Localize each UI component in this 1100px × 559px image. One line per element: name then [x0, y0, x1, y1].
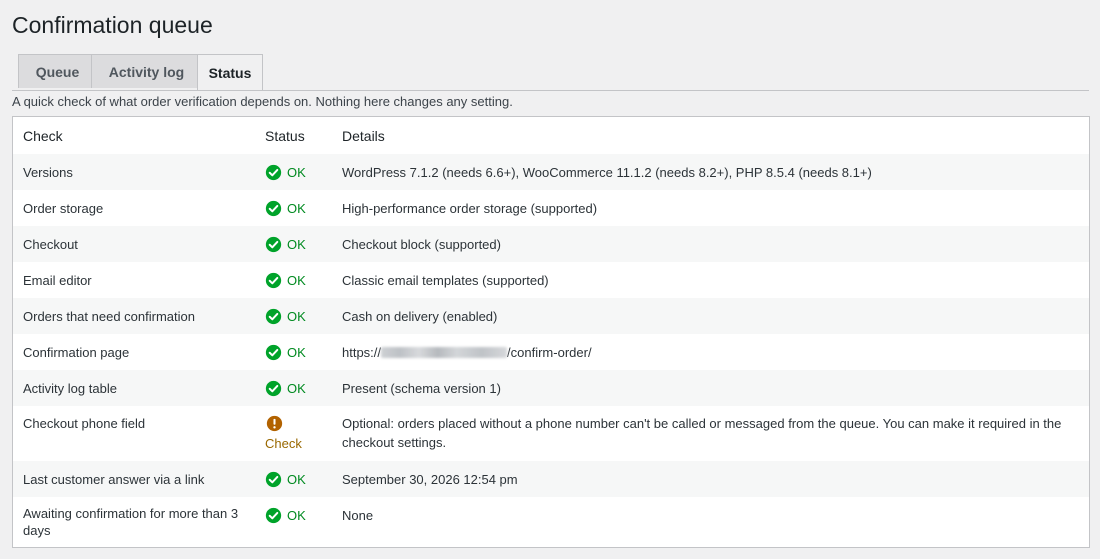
- status-label: OK: [287, 273, 306, 288]
- table-row: Last customer answer via a link OK Septe…: [13, 461, 1089, 497]
- status-label: OK: [287, 472, 306, 487]
- table-row: Email editor OK Classic email templates …: [13, 262, 1089, 298]
- tab-status[interactable]: Status: [197, 54, 263, 90]
- status-label: OK: [287, 165, 306, 180]
- status-label: OK: [287, 508, 306, 523]
- details-text: Present (schema version 1): [342, 381, 501, 396]
- status-label: OK: [287, 345, 306, 360]
- redacted-domain: [381, 347, 508, 358]
- status-table: Check Status Details Versions OK WordPre…: [12, 116, 1090, 548]
- table-row: Order storage OK High-performance order …: [13, 190, 1089, 226]
- url-suffix: /confirm-order/: [507, 345, 592, 360]
- status-cell: OK: [265, 199, 335, 218]
- tab-activity-log[interactable]: Activity log: [91, 54, 202, 88]
- header-check: Check: [23, 128, 63, 144]
- status-cell: OK: [265, 379, 335, 398]
- details-text: Classic email templates (supported): [342, 273, 549, 288]
- status-cell: OK: [265, 307, 335, 326]
- details-text: Cash on delivery (enabled): [342, 309, 498, 324]
- status-cell: OK: [265, 271, 335, 290]
- check-circle-icon: [265, 236, 282, 253]
- details-text: Checkout block (supported): [342, 237, 501, 252]
- check-name: Awaiting confirmation for more than 3 da…: [23, 506, 239, 538]
- table-row: Awaiting confirmation for more than 3 da…: [13, 497, 1089, 547]
- check-circle-icon: [265, 200, 282, 217]
- status-label: OK: [287, 201, 306, 216]
- table-row: Activity log table OK Present (schema ve…: [13, 370, 1089, 406]
- confirmation-page-url: https:// /confirm-order/: [342, 343, 1082, 362]
- status-cell: OK: [265, 343, 335, 362]
- status-label: OK: [287, 237, 306, 252]
- url-prefix: https://: [342, 345, 382, 360]
- page-title: Confirmation queue: [12, 12, 213, 38]
- check-name: Confirmation page: [23, 345, 130, 360]
- status-label: OK: [287, 381, 306, 396]
- intro-text: A quick check of what order verification…: [12, 94, 513, 109]
- table-row: Checkout phone field Check Optional: ord…: [13, 406, 1089, 461]
- status-cell: OK: [265, 506, 335, 525]
- check-name: Checkout phone field: [23, 416, 146, 431]
- table-row: Orders that need confirmation OK Cash on…: [13, 298, 1089, 334]
- details-text: High-performance order storage (supporte…: [342, 201, 598, 216]
- details-text: None: [342, 508, 374, 523]
- check-name: Checkout: [23, 237, 78, 252]
- table-row: Confirmation page OK https:// /confirm-or…: [13, 334, 1089, 370]
- details-text: Optional: orders placed without a phone …: [342, 416, 1062, 450]
- check-circle-icon: [265, 308, 282, 325]
- check-name: Orders that need confirmation: [23, 309, 195, 324]
- check-name: Last customer answer via a link: [23, 472, 205, 487]
- check-name: Activity log table: [23, 381, 117, 396]
- check-circle-icon: [265, 164, 282, 181]
- tab-queue[interactable]: Queue: [18, 54, 97, 88]
- check-circle-icon: [265, 272, 282, 289]
- status-label: Check: [265, 436, 302, 451]
- header-details: Details: [342, 128, 385, 144]
- status-cell: OK: [265, 163, 335, 182]
- table-row: Versions OK WordPress 7.1.2 (needs 6.6+)…: [13, 154, 1089, 190]
- check-circle-icon: [265, 471, 282, 488]
- check-circle-icon: [265, 344, 282, 361]
- status-cell: Check: [265, 415, 335, 453]
- status-cell: OK: [265, 470, 335, 489]
- table-header: Check Status Details: [13, 117, 1089, 155]
- tab-bar: Queue Activity log Status: [12, 54, 1089, 91]
- exclamation-circle-icon: [266, 415, 283, 432]
- check-circle-icon: [265, 507, 282, 524]
- check-name: Order storage: [23, 201, 104, 216]
- header-status: Status: [265, 128, 305, 144]
- details-text: WordPress 7.1.2 (needs 6.6+), WooCommerc…: [342, 165, 872, 180]
- check-name: Versions: [23, 165, 73, 180]
- status-label: OK: [287, 309, 306, 324]
- table-row: Checkout OK Checkout block (supported): [13, 226, 1089, 262]
- check-circle-icon: [265, 380, 282, 397]
- details-text: September 30, 2026 12:54 pm: [342, 472, 518, 487]
- status-cell: OK: [265, 235, 335, 254]
- check-name: Email editor: [23, 273, 92, 288]
